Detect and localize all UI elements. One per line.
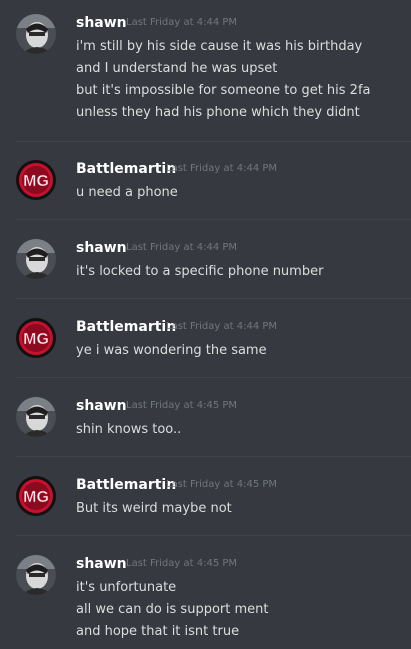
message-divider [16,219,411,220]
message-divider [16,456,411,457]
message-group: MG Battlemartin Last Friday at 4:45 PM B… [0,476,411,526]
author-name[interactable]: shawn [76,555,127,573]
message-text: it's unfortunate [76,580,177,595]
author-name[interactable]: Battlemartin [76,318,176,336]
svg-text:MG: MG [23,173,49,190]
message-text: ye i was wondering the same [76,343,267,358]
message-timestamp: Last Friday at 4:45 PM [126,400,238,411]
message-timestamp: Last Friday at 4:44 PM [126,17,238,28]
author-name[interactable]: shawn [76,14,127,32]
message-divider [16,377,411,378]
mg-logo-avatar-icon[interactable]: MG [16,160,56,200]
message-text: i'm still by his side cause it was his b… [76,39,363,54]
shawn-avatar-icon[interactable] [16,239,56,279]
message-text: and I understand he was upset [76,61,278,76]
message-text: but it's impossible for someone to get h… [76,83,371,98]
shawn-avatar-icon[interactable] [16,555,56,595]
message-text: shin knows too.. [76,422,182,437]
message-text: and hope that it isnt true [76,624,240,639]
message-text: unless they had his phone which they did… [76,105,360,120]
message-group: MG Battlemartin Last Friday at 4:44 PM y… [0,318,411,368]
message-group: shawn Last Friday at 4:44 PM it's locked… [0,239,411,289]
svg-text:MG: MG [23,489,49,506]
message-timestamp: Last Friday at 4:44 PM [126,242,238,253]
author-name[interactable]: Battlemartin [76,476,176,494]
message-timestamp: Last Friday at 4:44 PM [166,163,278,174]
message-group: shawn Last Friday at 4:44 PM i'm still b… [0,14,411,124]
message-text: it's locked to a specific phone number [76,264,324,279]
author-name[interactable]: shawn [76,239,127,257]
shawn-avatar-icon[interactable] [16,397,56,437]
message-timestamp: Last Friday at 4:45 PM [126,558,238,569]
message-group: shawn Last Friday at 4:45 PM it's unfort… [0,555,411,645]
mg-logo-avatar-icon[interactable]: MG [16,476,56,516]
message-text: all we can do is support ment [76,602,269,617]
mg-logo-avatar-icon[interactable]: MG [16,318,56,358]
svg-text:MG: MG [23,331,49,348]
shawn-avatar-icon[interactable] [16,14,56,54]
author-name[interactable]: Battlemartin [76,160,176,178]
message-timestamp: Last Friday at 4:44 PM [166,321,278,332]
author-name[interactable]: shawn [76,397,127,415]
message-text: u need a phone [76,185,178,200]
message-text: But its weird maybe not [76,501,232,516]
message-divider [16,141,411,142]
message-group: MG Battlemartin Last Friday at 4:44 PM u… [0,160,411,210]
message-list: shawn Last Friday at 4:44 PM i'm still b… [0,0,411,649]
message-timestamp: Last Friday at 4:45 PM [166,479,278,490]
message-group: shawn Last Friday at 4:45 PM shin knows … [0,397,411,447]
message-divider [16,535,411,536]
message-divider [16,298,411,299]
